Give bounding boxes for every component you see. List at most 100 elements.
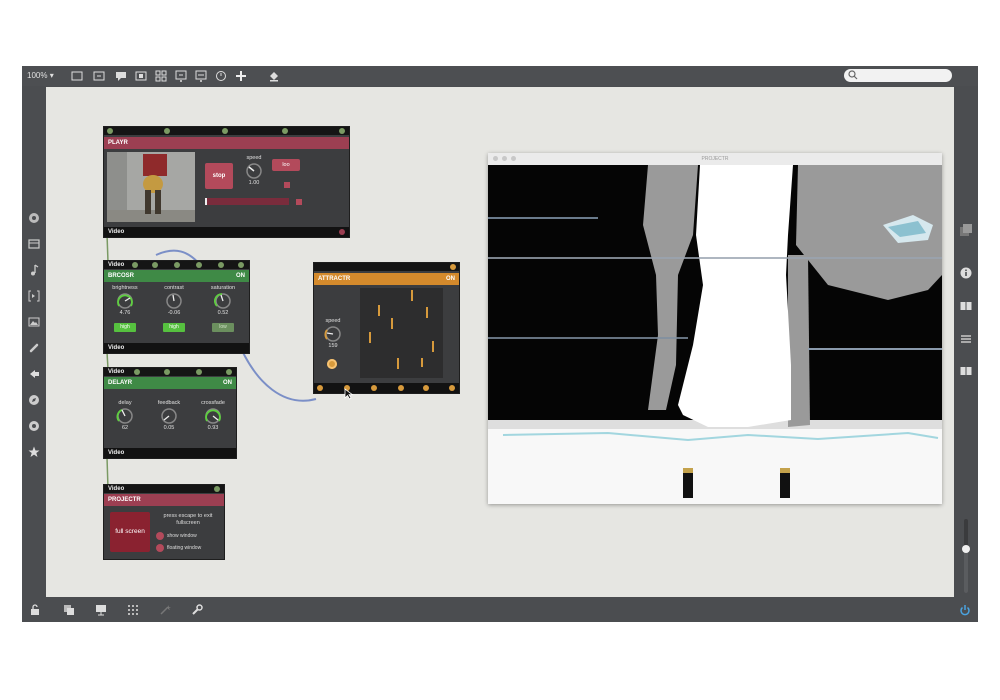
add-icon[interactable] — [234, 69, 248, 82]
fullscreen-button[interactable]: full screen — [110, 512, 150, 552]
attractor-field[interactable] — [360, 288, 443, 378]
output-port[interactable] — [317, 385, 323, 391]
film-icon[interactable] — [27, 237, 41, 251]
input-port[interactable] — [152, 262, 158, 268]
delayr-on-toggle[interactable]: ON — [223, 377, 232, 389]
feedback-knob[interactable]: feedback 0.05 — [152, 400, 186, 431]
star-icon[interactable] — [27, 445, 41, 459]
bracket-icon[interactable] — [27, 289, 41, 303]
player-module[interactable]: PLAYR stop speed 1.00 loo Video — [104, 127, 349, 237]
attractor-module[interactable]: ATTRACTR ON speed 159 — [314, 263, 459, 393]
attractor-record-button[interactable] — [327, 359, 337, 369]
magic-icon[interactable] — [158, 603, 172, 617]
comment-icon[interactable] — [114, 69, 128, 82]
brightness-knob[interactable]: brightness 4.76 — [108, 285, 142, 316]
bucket-icon[interactable] — [267, 69, 281, 82]
import-icon[interactable] — [174, 69, 188, 82]
floating-window-radio[interactable] — [156, 544, 164, 552]
input-port[interactable] — [174, 262, 180, 268]
contrast-range-button[interactable]: high — [163, 323, 185, 332]
input-port[interactable] — [450, 264, 456, 270]
input-port[interactable] — [196, 369, 202, 375]
input-port[interactable] — [226, 369, 232, 375]
link-icon[interactable] — [27, 341, 41, 355]
info-icon[interactable] — [959, 266, 973, 280]
input-port[interactable] — [339, 128, 345, 134]
export-icon[interactable] — [194, 69, 208, 82]
library-icon[interactable] — [959, 223, 973, 237]
power-icon[interactable] — [958, 603, 972, 617]
attractor-speed-knob[interactable]: speed 159 — [316, 318, 350, 349]
end-toggle[interactable] — [296, 199, 302, 205]
arrow-left-icon[interactable] — [27, 367, 41, 381]
wrench-icon[interactable] — [190, 603, 204, 617]
attractor-on-toggle[interactable]: ON — [446, 273, 455, 285]
input-port[interactable] — [134, 369, 140, 375]
search-input[interactable] — [844, 69, 952, 82]
volume-slider[interactable] — [962, 519, 970, 593]
projector-output-window[interactable]: PROJECTR — [488, 153, 942, 504]
crossfade-knob[interactable]: crossfade 0.93 — [196, 400, 230, 431]
output-port[interactable] — [398, 385, 404, 391]
loop-toggle[interactable] — [284, 182, 290, 188]
delay-knob[interactable]: delay 62 — [108, 400, 142, 431]
patch-canvas[interactable]: PLAYR stop speed 1.00 loo Video Video BR… — [46, 87, 954, 597]
circle-icon[interactable] — [27, 419, 41, 433]
speed-knob[interactable]: speed 1.00 — [237, 155, 271, 186]
layers-icon[interactable] — [62, 603, 76, 617]
input-port[interactable] — [132, 262, 138, 268]
player-title: PLAYR — [104, 137, 349, 149]
playhead-slider[interactable] — [205, 198, 289, 205]
brcosr-on-toggle[interactable]: ON — [236, 270, 245, 282]
book-icon[interactable] — [959, 299, 973, 313]
cable-player-brcosr — [106, 233, 109, 263]
brcosr-title: BRCOSR — [108, 273, 135, 279]
volume-slider-handle[interactable] — [962, 544, 970, 553]
input-port[interactable] — [218, 262, 224, 268]
stop-button[interactable]: stop — [205, 163, 233, 189]
minimize-window-icon[interactable] — [502, 156, 507, 161]
input-port[interactable] — [238, 262, 244, 268]
new-patch-icon[interactable] — [70, 69, 84, 82]
image-icon[interactable] — [27, 315, 41, 329]
zoom-dropdown[interactable]: 100% ▾ — [27, 71, 54, 80]
brightness-range-button[interactable]: high — [114, 323, 136, 332]
show-window-option[interactable]: show window — [156, 532, 197, 540]
brcosr-module[interactable]: Video BRCOSR ON brightness 4.76 contrast… — [104, 261, 249, 353]
input-port[interactable] — [164, 128, 170, 134]
input-port[interactable] — [196, 262, 202, 268]
projector-module[interactable]: Video PROJECTR full screen press escape … — [104, 485, 224, 559]
floating-window-option[interactable]: floating window — [156, 544, 201, 552]
close-window-icon[interactable] — [493, 156, 498, 161]
compass-icon[interactable] — [27, 393, 41, 407]
input-port[interactable] — [222, 128, 228, 134]
saturation-knob[interactable]: saturation 0.52 — [206, 285, 240, 316]
zoom-window-icon[interactable] — [511, 156, 516, 161]
delayr-module[interactable]: Video DELAYR ON delay 62 feedback 0.05 c… — [104, 368, 236, 458]
save-icon[interactable] — [92, 69, 106, 82]
output-port[interactable] — [339, 229, 345, 235]
presentation-icon[interactable] — [94, 603, 108, 617]
gear-icon[interactable] — [27, 211, 41, 225]
grid-icon[interactable] — [126, 603, 140, 617]
lock-icon[interactable] — [28, 603, 42, 617]
contrast-knob[interactable]: contrast -0.06 — [157, 285, 191, 316]
output-port[interactable] — [423, 385, 429, 391]
saturation-range-button[interactable]: low — [212, 323, 234, 332]
list-icon[interactable] — [959, 332, 973, 346]
crossfade-label: crossfade — [201, 400, 225, 406]
input-port[interactable] — [164, 369, 170, 375]
input-port[interactable] — [282, 128, 288, 134]
card-icon[interactable] — [959, 364, 973, 378]
music-note-icon[interactable] — [27, 263, 41, 277]
output-window-titlebar[interactable]: PROJECTR — [488, 153, 942, 165]
module-icon[interactable] — [134, 69, 148, 82]
group-icon[interactable] — [154, 69, 168, 82]
output-port[interactable] — [449, 385, 455, 391]
input-port[interactable] — [214, 486, 220, 492]
input-port[interactable] — [107, 128, 113, 134]
output-port[interactable] — [371, 385, 377, 391]
show-window-radio[interactable] — [156, 532, 164, 540]
history-icon[interactable] — [214, 69, 228, 82]
loop-button[interactable]: loo — [272, 159, 300, 171]
